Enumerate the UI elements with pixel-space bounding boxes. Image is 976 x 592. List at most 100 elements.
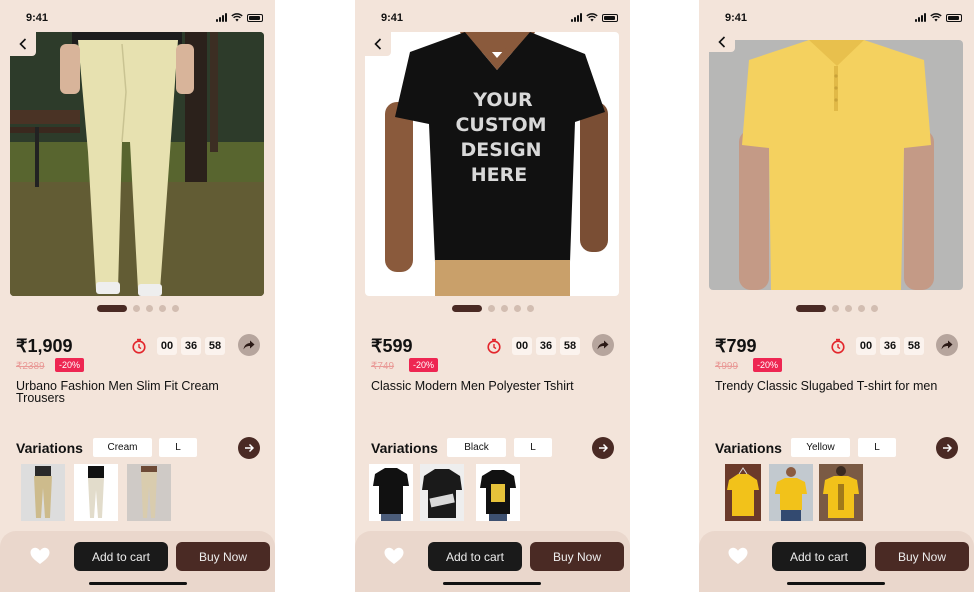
- wishlist-button[interactable]: [29, 545, 51, 567]
- back-button[interactable]: [365, 32, 391, 56]
- pagination-dot[interactable]: [500, 305, 508, 312]
- variation-thumbnail[interactable]: [476, 464, 520, 521]
- discount-badge: -20%: [753, 358, 783, 372]
- variation-thumbnail[interactable]: [21, 464, 65, 521]
- color-option[interactable]: Black: [447, 438, 506, 457]
- buy-now-button[interactable]: Buy Now: [875, 542, 969, 571]
- variations-next-button[interactable]: [936, 437, 958, 459]
- status-time: 9:41: [381, 12, 404, 24]
- original-price: ₹999: [715, 361, 739, 372]
- cream-trousers-back-thumb: [127, 464, 171, 521]
- cream-trousers-photo: [10, 32, 264, 296]
- pagination-dot-active[interactable]: [96, 305, 127, 312]
- pagination-dot[interactable]: [158, 305, 166, 312]
- wishlist-button[interactable]: [727, 545, 749, 567]
- share-button[interactable]: [238, 334, 260, 356]
- product-hero-image[interactable]: [10, 32, 264, 296]
- chevron-left-icon: [19, 38, 27, 50]
- size-option[interactable]: L: [858, 438, 896, 457]
- sale-timer: 00 36 58: [830, 337, 924, 355]
- buy-now-button[interactable]: Buy Now: [530, 542, 624, 571]
- battery-icon: [946, 13, 962, 22]
- buy-now-button[interactable]: Buy Now: [176, 542, 270, 571]
- pagination-dot[interactable]: [857, 305, 865, 312]
- product-hero-image[interactable]: YOUR CUSTOM DESIGN HERE: [365, 32, 619, 296]
- add-to-cart-button[interactable]: Add to cart: [428, 542, 522, 571]
- pagination-dot[interactable]: [844, 305, 852, 312]
- original-price: ₹2389: [16, 361, 45, 372]
- variations-next-button[interactable]: [238, 437, 260, 459]
- status-icons: [216, 13, 263, 22]
- pagination-dot-active[interactable]: [451, 305, 482, 312]
- sale-timer: 00 36 58: [486, 337, 580, 355]
- timer-hours: 00: [157, 337, 177, 355]
- image-pagination: [699, 305, 974, 312]
- size-option[interactable]: L: [514, 438, 552, 457]
- variation-thumbnail[interactable]: [127, 464, 171, 521]
- variation-thumbnail[interactable]: [420, 464, 464, 521]
- black-tshirt-graphic-thumb: [476, 464, 520, 521]
- black-tshirt-print-thumb: [420, 464, 464, 521]
- variations-label: Variations: [715, 440, 782, 456]
- variation-thumbnail[interactable]: [725, 464, 761, 521]
- signal-icon: [571, 13, 582, 22]
- variations-next-button[interactable]: [592, 437, 614, 459]
- black-tshirt-photo: YOUR CUSTOM DESIGN HERE: [365, 32, 619, 296]
- variation-thumbnail[interactable]: [74, 464, 118, 521]
- pagination-dot[interactable]: [145, 305, 153, 312]
- back-button[interactable]: [10, 32, 36, 56]
- product-screen-black-tshirt: 9:41 YOUR CUSTOM DESIGN HERE ₹599 00 36 …: [355, 0, 630, 592]
- color-option[interactable]: Cream: [93, 438, 152, 457]
- sale-timer: 00 36 58: [131, 337, 225, 355]
- design-line: CUSTOM: [455, 114, 546, 136]
- home-indicator: [787, 582, 885, 585]
- arrow-right-icon: [245, 443, 254, 453]
- variations-label: Variations: [16, 440, 83, 456]
- back-button[interactable]: [709, 32, 735, 52]
- share-button[interactable]: [592, 334, 614, 356]
- wishlist-button[interactable]: [383, 545, 405, 567]
- home-indicator: [443, 582, 541, 585]
- heart-icon: [30, 547, 50, 564]
- product-price: ₹799: [715, 336, 757, 356]
- status-bar: 9:41: [0, 10, 275, 26]
- pagination-dot[interactable]: [171, 305, 179, 312]
- yellow-tshirt-model-thumb: [769, 464, 813, 521]
- size-option[interactable]: L: [159, 438, 197, 457]
- product-title: Trendy Classic Slugabed T-shirt for men: [715, 379, 938, 393]
- timer-hours: 00: [856, 337, 876, 355]
- product-title: Urbano Fashion Men Slim Fit Cream Trouse…: [16, 379, 219, 405]
- yellow-tshirt-back-print-thumb: [819, 464, 863, 521]
- wifi-icon: [586, 13, 598, 22]
- timer-icon: [831, 338, 845, 354]
- pagination-dot[interactable]: [487, 305, 495, 312]
- pagination-dot[interactable]: [870, 305, 878, 312]
- timer-seconds: 58: [560, 337, 580, 355]
- original-price: ₹749: [371, 361, 395, 372]
- color-option[interactable]: Yellow: [791, 438, 850, 457]
- cream-trousers-side-thumb: [74, 464, 118, 521]
- design-line: YOUR: [472, 89, 533, 111]
- heart-icon: [728, 547, 748, 564]
- black-tshirt-thumb: [369, 464, 413, 521]
- variation-thumbnail[interactable]: [819, 464, 863, 521]
- status-icons: [915, 13, 962, 22]
- variations-label: Variations: [371, 440, 438, 456]
- product-hero-image[interactable]: [709, 40, 963, 290]
- add-to-cart-button[interactable]: Add to cart: [772, 542, 866, 571]
- pagination-dot[interactable]: [526, 305, 534, 312]
- pagination-dot[interactable]: [132, 305, 140, 312]
- variation-thumbnail[interactable]: [769, 464, 813, 521]
- pagination-dot[interactable]: [513, 305, 521, 312]
- variation-thumbnail[interactable]: [369, 464, 413, 521]
- add-to-cart-button[interactable]: Add to cart: [74, 542, 168, 571]
- share-button[interactable]: [936, 334, 958, 356]
- chevron-left-icon: [374, 38, 382, 50]
- home-indicator: [89, 582, 187, 585]
- image-pagination: [355, 305, 630, 312]
- discount-badge: -20%: [55, 358, 85, 372]
- product-screen-trousers: 9:41 ₹1,909 00 36 58 ₹2389 -20% Urbano F…: [0, 0, 275, 592]
- pagination-dot[interactable]: [831, 305, 839, 312]
- status-time: 9:41: [26, 12, 49, 24]
- pagination-dot-active[interactable]: [795, 305, 826, 312]
